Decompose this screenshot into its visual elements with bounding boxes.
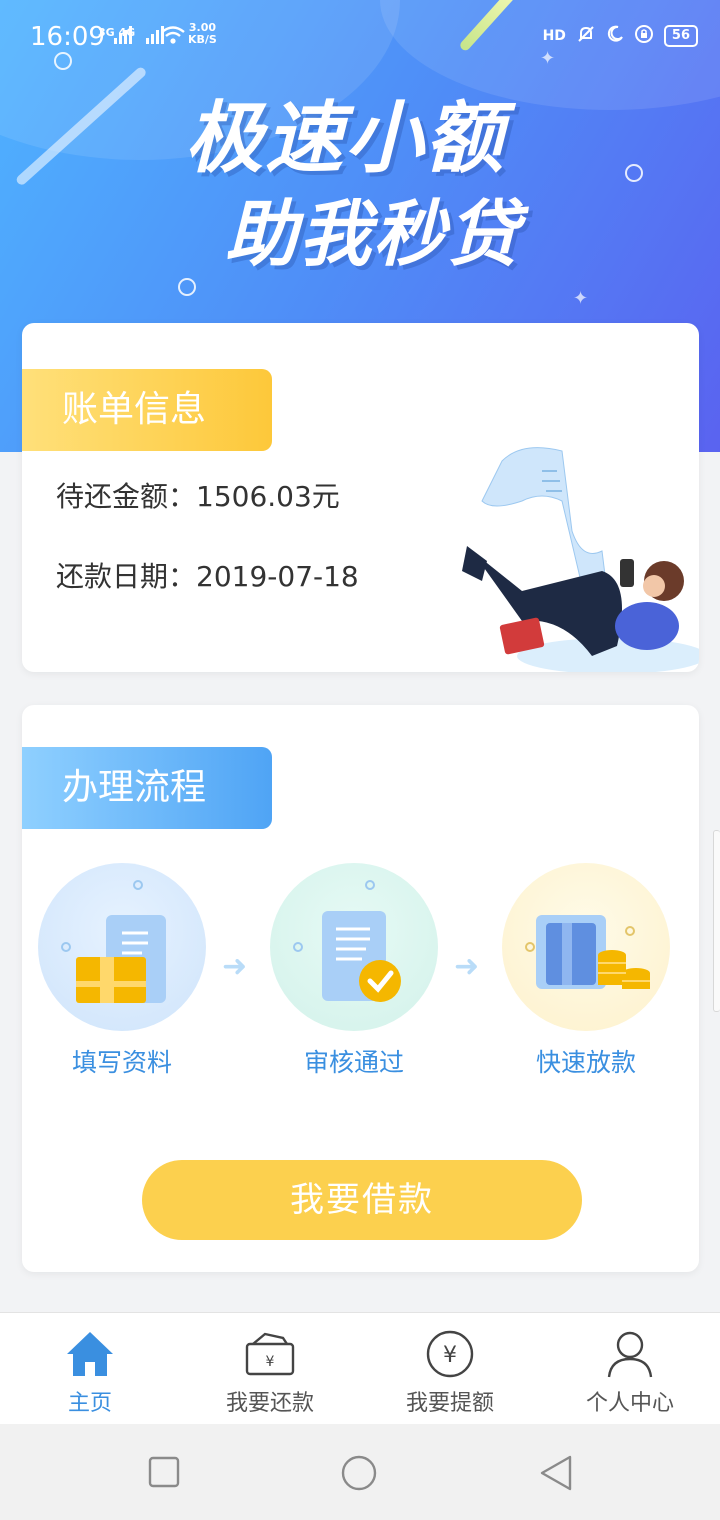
hero-title: 极速小额 bbox=[185, 94, 506, 184]
net-speed: 3.00 KB/S bbox=[188, 22, 217, 46]
net-speed-unit: KB/S bbox=[188, 33, 217, 46]
edge-scroll-indicator[interactable] bbox=[713, 830, 720, 1012]
step-review[interactable]: 审核通过 bbox=[254, 863, 454, 1079]
moon-icon bbox=[606, 25, 624, 47]
tab-raise-limit[interactable]: ¥ 我要提额 bbox=[360, 1313, 540, 1425]
tab-repay[interactable]: ¥ 我要还款 bbox=[180, 1313, 360, 1425]
bill-tag: 账单信息 bbox=[22, 369, 272, 451]
wifi-icon bbox=[160, 24, 186, 49]
tab-home[interactable]: 主页 bbox=[0, 1313, 180, 1425]
battery-indicator: 56 bbox=[663, 25, 698, 47]
bell-off-icon bbox=[576, 24, 596, 48]
borrow-button[interactable]: 我要借款 bbox=[142, 1160, 582, 1240]
recents-button[interactable] bbox=[148, 1456, 180, 1492]
process-tag: 办理流程 bbox=[22, 747, 272, 829]
status-right-group: HD 56 bbox=[543, 24, 698, 48]
system-nav-bar bbox=[0, 1424, 720, 1520]
bill-card: 账单信息 待还金额：1506.03元 还款日期：2019-07-18 bbox=[22, 323, 699, 672]
step-fill-info[interactable]: 填写资料 bbox=[22, 863, 222, 1079]
svg-text:¥: ¥ bbox=[443, 1343, 457, 1368]
tab-profile[interactable]: 个人中心 bbox=[540, 1313, 720, 1425]
tab-label: 我要还款 bbox=[225, 1391, 314, 1416]
date-value: 2019-07-18 bbox=[196, 560, 359, 593]
card-coins-icon bbox=[502, 863, 670, 1031]
approved-check-icon bbox=[270, 863, 438, 1031]
amount-row: 待还金额：1506.03元 bbox=[56, 475, 340, 515]
date-row: 还款日期：2019-07-18 bbox=[56, 555, 359, 595]
process-steps: 填写资料 审核通过 快速放款 bbox=[22, 863, 699, 1103]
arrow-right-icon: ➜ bbox=[454, 949, 480, 984]
woman-reading-receipt-illustration bbox=[442, 441, 699, 672]
status-bar: 16:09 3G 4G 3.00 KB/S HD 56 bbox=[0, 0, 720, 76]
svg-text:¥: ¥ bbox=[266, 1354, 275, 1370]
user-icon bbox=[540, 1325, 720, 1383]
home-nav-button[interactable] bbox=[340, 1454, 378, 1496]
step-label: 快速放款 bbox=[535, 1048, 636, 1077]
step-label: 填写资料 bbox=[71, 1048, 172, 1077]
step-fast-loan[interactable]: 快速放款 bbox=[486, 863, 686, 1079]
tab-label: 个人中心 bbox=[585, 1391, 674, 1416]
amount-label: 待还金额： bbox=[56, 480, 197, 513]
yen-circle-icon: ¥ bbox=[360, 1325, 540, 1383]
arrow-right-icon: ➜ bbox=[222, 949, 248, 984]
tab-label: 我要提额 bbox=[405, 1391, 494, 1416]
step-label: 审核通过 bbox=[303, 1048, 404, 1077]
home-icon bbox=[0, 1325, 180, 1383]
amount-value: 1506.03元 bbox=[196, 480, 340, 513]
document-form-icon bbox=[38, 863, 206, 1031]
hd-label: HD bbox=[542, 28, 566, 44]
tab-label: 主页 bbox=[67, 1391, 112, 1416]
process-card: 办理流程 填写资料 审核通过 快速放款 ➜ ➜ 我要借款 bbox=[22, 705, 699, 1272]
wallet-yen-icon: ¥ bbox=[180, 1325, 360, 1383]
status-time: 16:09 bbox=[30, 22, 105, 52]
lock-rotation-icon bbox=[634, 24, 654, 48]
bottom-tab-bar: 主页 ¥ 我要还款 ¥ 我要提额 个人中心 bbox=[0, 1312, 720, 1425]
date-label: 还款日期： bbox=[56, 560, 197, 593]
hero-sparkle: ✦ bbox=[573, 288, 589, 309]
hero-subtitle: 助我秒贷 bbox=[225, 192, 522, 276]
hero-ring bbox=[178, 278, 196, 296]
hero-ring bbox=[625, 164, 643, 182]
back-nav-button[interactable] bbox=[538, 1454, 574, 1496]
